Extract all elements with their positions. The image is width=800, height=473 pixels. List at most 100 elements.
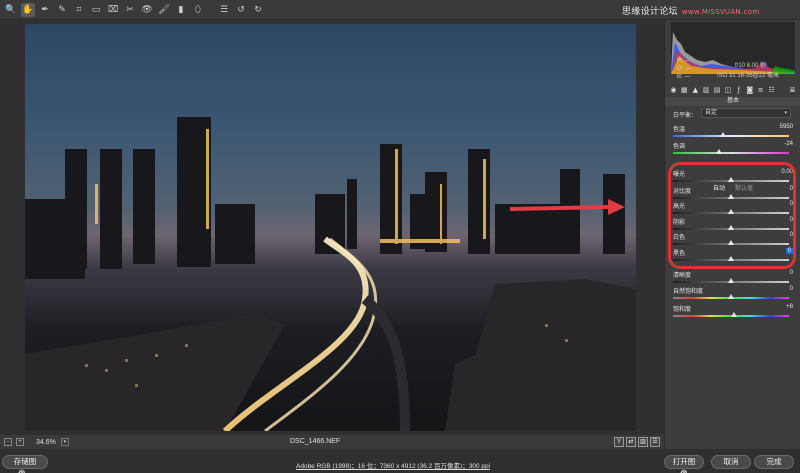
slider-row: 色调 -24 (673, 141, 795, 157)
red-eye-icon[interactable]: 👁 (140, 3, 154, 17)
panel-tabs: ◉ ▦ ▲ ▥ ▤ ◫ ƒ ◙ ≡ ☷ ≣ (669, 84, 797, 96)
watermark-url: www.MISSVUAN.com (681, 8, 760, 16)
slider-row: 黑色 0 (673, 248, 795, 264)
zoom-out-button[interactable]: - (4, 438, 12, 446)
split-toning-tab-icon[interactable]: ▤ (713, 86, 722, 95)
slider-thumb[interactable] (728, 240, 734, 245)
slider-label: 色调 (673, 144, 686, 150)
hand-icon[interactable]: ✋ (21, 2, 35, 17)
open-image-button[interactable]: 打开图像 (664, 455, 704, 473)
basic-tab-icon[interactable]: ◉ (669, 86, 678, 95)
slider-label: 饱和度 (673, 307, 692, 313)
white-balance-icon[interactable]: ✒ (38, 3, 52, 17)
radial-filter-icon[interactable]: ⬯ (191, 3, 205, 17)
slider-label: 黑色 (673, 251, 686, 257)
hsl-tab-icon[interactable]: ▥ (702, 86, 711, 95)
slider-row: 饱和度 +8 (673, 304, 795, 320)
slider-row: 清晰度 0 (673, 270, 795, 286)
slider-thumb[interactable] (716, 149, 723, 154)
slider-value[interactable]: 0.00 (781, 169, 793, 175)
white-balance-select[interactable]: 自定 ▾ (701, 108, 791, 118)
slider-value[interactable]: 0 (790, 270, 793, 276)
chevron-down-icon: ▾ (784, 110, 787, 116)
rotate-left-icon[interactable]: ↺ (234, 3, 248, 17)
slider-label: 自然饱和度 (673, 289, 704, 295)
copy-settings-icon[interactable]: ▥ (638, 437, 648, 447)
slider-thumb[interactable] (728, 278, 734, 283)
slider-track[interactable] (673, 135, 789, 137)
image-canvas[interactable] (0, 20, 664, 435)
panel-menu-icon[interactable]: ≣ (788, 86, 797, 95)
slider-value[interactable]: 0 (785, 248, 793, 254)
slider-value[interactable]: 0 (790, 232, 793, 238)
slider-thumb[interactable] (731, 312, 738, 317)
preferences-icon[interactable]: ☰ (650, 437, 660, 447)
aperture-shutter: f/10 8.00 秒 (735, 63, 767, 69)
slider-label: 高光 (673, 204, 686, 210)
crop-icon[interactable]: ⌗ (72, 3, 86, 17)
section-title: 基本 (665, 97, 800, 106)
detail-tab-icon[interactable]: ▲ (691, 86, 700, 95)
white-balance-label: 白平衡： (673, 113, 698, 119)
preview-controls: Y ⇄ ▥ ☰ (614, 437, 660, 447)
spot-removal-icon[interactable]: ✂ (123, 3, 137, 17)
brush-icon[interactable]: 🖌 (157, 3, 171, 17)
rotate-right-icon[interactable]: ↻ (251, 3, 265, 17)
straighten-icon[interactable]: ▭ (89, 3, 103, 17)
white-balance-value: 自定 (705, 110, 718, 116)
done-button[interactable]: 完成 (754, 455, 794, 469)
color-sampler-icon[interactable]: ✎ (55, 3, 69, 17)
graduated-filter-icon[interactable]: ▮ (174, 3, 188, 17)
slider-thumb[interactable] (728, 209, 734, 214)
slider-label: 色温 (673, 127, 686, 133)
slider-thumb[interactable] (728, 294, 734, 299)
transform-icon[interactable]: ⌧ (106, 3, 120, 17)
slider-row: 对比度 0 (673, 186, 795, 202)
snapshots-tab-icon[interactable]: ☷ (767, 86, 776, 95)
city-night-photo (25, 117, 636, 431)
before-after-icon[interactable]: Y (614, 437, 624, 447)
slider-value[interactable]: 0 (790, 217, 793, 223)
slider-row: 高光 0 (673, 201, 795, 217)
slider-thumb[interactable] (728, 177, 734, 182)
slider-thumb[interactable] (728, 256, 734, 261)
slider-value[interactable]: 0 (790, 286, 793, 292)
camera-calibration-tab-icon[interactable]: ◙ (745, 86, 754, 95)
slider-thumb[interactable] (728, 225, 734, 230)
bottom-bar: 存储图像... Adobe RGB (1998)；16 位；7360 x 491… (0, 449, 800, 473)
slider-label: 对比度 (673, 189, 692, 195)
slider-row: 自然饱和度 0 (673, 286, 795, 302)
slider-value[interactable]: 0 (790, 186, 793, 192)
slider-row: 曝光 0.00 (673, 169, 795, 185)
lens-tab-icon[interactable]: ◫ (724, 86, 733, 95)
slider-value[interactable]: 0 (790, 201, 793, 207)
slider-thumb[interactable] (719, 132, 726, 137)
slider-row: 阴影 0 (673, 217, 795, 233)
zoom-level: 34.6% (36, 438, 56, 446)
rgb-b: B: --- (677, 74, 691, 80)
cancel-button[interactable]: 取消 (711, 455, 751, 469)
presets-tab-icon[interactable]: ≡ (756, 86, 765, 95)
preferences-icon[interactable]: ☰ (217, 3, 231, 17)
slider-row: 白色 0 (673, 232, 795, 248)
zoom-dropdown-icon[interactable]: ▾ (60, 438, 69, 446)
swap-icon[interactable]: ⇄ (626, 437, 636, 447)
slider-value[interactable]: +8 (786, 304, 793, 310)
save-image-button[interactable]: 存储图像... (2, 455, 48, 473)
zoom-in-button[interactable]: + (16, 438, 24, 446)
slider-track[interactable] (673, 152, 789, 154)
slider-label: 清晰度 (673, 273, 692, 279)
workflow-options-link[interactable]: Adobe RGB (1998)；16 位；7360 x 4912 (36.2 … (296, 460, 490, 470)
zoom-icon[interactable]: 🔍 (4, 3, 18, 17)
tone-curve-tab-icon[interactable]: ▦ (680, 86, 689, 95)
watermark: 思缘设计论坛 www.MISSVUAN.com (622, 4, 759, 17)
slider-value[interactable]: -24 (784, 141, 793, 147)
rgb-g: G: --- (677, 66, 691, 72)
slider-thumb[interactable] (728, 194, 734, 199)
photo-preview[interactable] (25, 24, 636, 431)
effects-tab-icon[interactable]: ƒ (734, 86, 743, 95)
slider-value[interactable]: 5950 (780, 124, 793, 130)
slider-label: 白色 (673, 235, 686, 241)
slider-label: 阴影 (673, 220, 686, 226)
adjustment-panel: R: --- G: --- B: --- f/10 8.00 秒 ISO 31 … (664, 20, 800, 449)
